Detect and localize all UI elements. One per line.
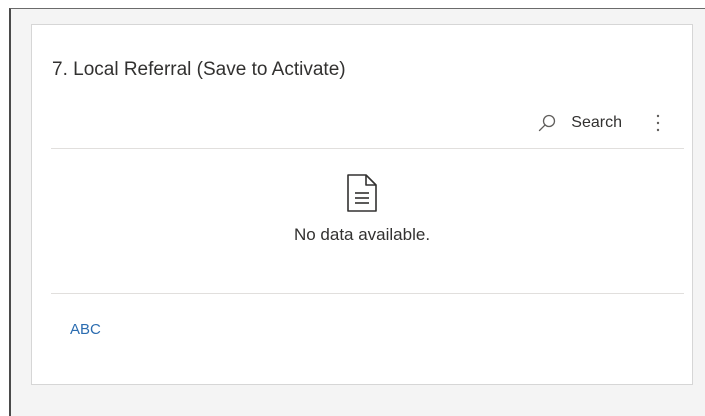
- subgrid-card: 7. Local Referral (Save to Activate) Sea…: [31, 24, 693, 385]
- subgrid-toolbar: Search: [537, 111, 664, 135]
- more-vertical-icon: [656, 114, 660, 132]
- empty-state: No data available.: [32, 173, 692, 245]
- search-icon: [539, 114, 556, 132]
- section-title: 7. Local Referral (Save to Activate): [52, 59, 346, 80]
- form-section-container: 7. Local Referral (Save to Activate) Sea…: [9, 8, 705, 416]
- toolbar-divider: [51, 148, 684, 149]
- more-commands-button[interactable]: [652, 113, 664, 133]
- grid-footer-divider: [51, 293, 684, 294]
- footer-link[interactable]: ABC: [70, 321, 101, 338]
- document-icon: [347, 174, 377, 212]
- search-label: Search: [571, 114, 622, 131]
- search-button[interactable]: Search: [537, 113, 622, 133]
- empty-message: No data available.: [293, 225, 431, 244]
